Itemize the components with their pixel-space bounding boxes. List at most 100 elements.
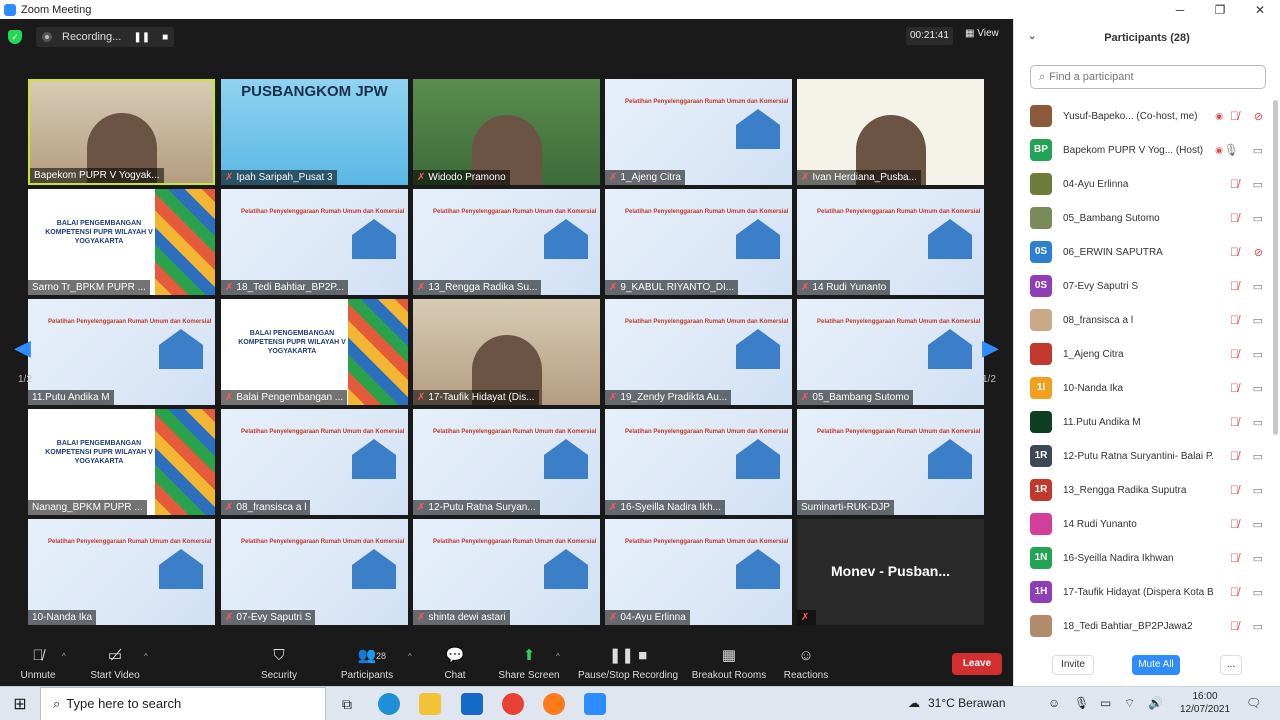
participant-row[interactable]: 04-Ayu Erlinna 🎙̸ ▭: [1014, 167, 1269, 201]
audio-options-caret-icon[interactable]: ^: [62, 652, 66, 661]
participant-row[interactable]: 11.Putu Andika M 🎙̸ ▭: [1014, 405, 1269, 439]
mic-off-icon[interactable]: 🎙̸: [1230, 211, 1239, 225]
video-icon[interactable]: ▭: [1253, 552, 1263, 565]
more-options-button[interactable]: ...: [1220, 655, 1242, 675]
volume-icon[interactable]: 🔊: [1148, 696, 1163, 710]
video-tile[interactable]: PUSBANGKOM JPW ✗ Ipah Saripah_Pusat 3: [221, 79, 408, 185]
mic-off-icon[interactable]: 🎙̸: [1230, 585, 1239, 599]
video-icon[interactable]: ▭: [1253, 586, 1263, 599]
chevron-down-icon[interactable]: ⌄: [1028, 31, 1036, 42]
share-options-caret-icon[interactable]: ^: [556, 652, 560, 661]
participant-search-input[interactable]: ⌕ Find a participant: [1030, 65, 1266, 89]
video-tile[interactable]: ✗ Ivan Herdiana_Pusba...: [797, 79, 984, 185]
video-tile[interactable]: Pelatihan Penyelenggaraan Rumah Umum dan…: [605, 519, 792, 625]
file-explorer-icon[interactable]: [419, 693, 441, 715]
video-tile[interactable]: Pelatihan Penyelenggaraan Rumah Umum dan…: [797, 189, 984, 295]
video-tile[interactable]: Monev - Pusban... ✗: [797, 519, 984, 625]
mic-off-icon[interactable]: 🎙̸: [1230, 483, 1239, 497]
participant-row[interactable]: 1N 16-Syeilla Nadira Ikhwan 🎙̸ ▭: [1014, 541, 1269, 575]
video-icon[interactable]: ▭: [1253, 314, 1263, 327]
video-icon[interactable]: ▭: [1253, 144, 1263, 157]
mail-icon[interactable]: [461, 693, 483, 715]
video-tile[interactable]: ✗ Widodo Pramono: [413, 79, 600, 185]
video-tile[interactable]: BALAI PENGEMBANGAN KOMPETENSI PUPR WILAY…: [28, 189, 215, 295]
battery-icon[interactable]: ▭: [1100, 696, 1111, 710]
windows-start-icon[interactable]: ⊞: [0, 687, 40, 720]
participant-row[interactable]: 0S 06_ERWIN SAPUTRA 🎙̸ ⊘: [1014, 235, 1269, 269]
microphone-tray-icon[interactable]: 🎙: [1074, 696, 1089, 710]
mic-off-icon[interactable]: 🎙̸: [1230, 347, 1239, 361]
video-tile[interactable]: Pelatihan Penyelenggaraan Rumah Umum dan…: [413, 409, 600, 515]
network-icon[interactable]: ⌔: [1124, 696, 1135, 711]
invite-button[interactable]: Invite: [1052, 655, 1094, 675]
participant-row[interactable]: BP Bapekom PUPR V Yog... (Host) ◉ 🎙 ▭: [1014, 133, 1269, 167]
mic-on-icon[interactable]: 🎙: [1224, 143, 1239, 157]
participant-row[interactable]: 18_Tedi Bahtiar_BP2PJawa2 🎙̸ ▭: [1014, 609, 1269, 643]
video-tile[interactable]: Pelatihan Penyelenggaraan Rumah Umum dan…: [28, 519, 215, 625]
notifications-icon[interactable]: 🗨: [1246, 696, 1261, 710]
participant-row[interactable]: 05_Bambang Sutomo 🎙̸ ▭: [1014, 201, 1269, 235]
video-icon[interactable]: ▭: [1253, 178, 1263, 191]
taskbar-clock[interactable]: 16:00 12/07/2021: [1180, 690, 1230, 716]
video-icon[interactable]: ▭: [1253, 212, 1263, 225]
security-button[interactable]: ⛉ Security: [234, 646, 324, 681]
participant-row[interactable]: 0S 07-Evy Saputri S 🎙̸ ▭: [1014, 269, 1269, 303]
video-tile[interactable]: Pelatihan Penyelenggaraan Rumah Umum dan…: [797, 299, 984, 405]
security-shield-icon[interactable]: ✓: [8, 30, 22, 44]
chrome-icon[interactable]: [502, 693, 524, 715]
mic-off-icon[interactable]: 🎙̸: [1230, 619, 1239, 633]
video-icon[interactable]: ▭: [1253, 518, 1263, 531]
video-tile[interactable]: Pelatihan Penyelenggaraan Rumah Umum dan…: [605, 299, 792, 405]
video-tile[interactable]: Bapekom PUPR V Yogyak...: [28, 79, 215, 185]
mic-off-icon[interactable]: 🎙̸: [1230, 415, 1239, 429]
participant-list-scrollbar[interactable]: [1273, 100, 1278, 435]
prev-page-arrow-icon[interactable]: ◀: [14, 335, 31, 361]
video-icon[interactable]: ▭: [1253, 348, 1263, 361]
video-icon[interactable]: ▭: [1253, 484, 1263, 497]
stop-recording-icon[interactable]: ■: [162, 32, 168, 43]
edge-browser-icon[interactable]: [378, 693, 400, 715]
video-tile[interactable]: Pelatihan Penyelenggaraan Rumah Umum dan…: [797, 409, 984, 515]
mic-off-icon[interactable]: 🎙̸: [1230, 449, 1239, 463]
mic-off-icon[interactable]: 🎙̸: [1230, 177, 1239, 191]
participant-row[interactable]: 1I 10-Nanda Ika 🎙̸ ▭: [1014, 371, 1269, 405]
next-page-arrow-icon[interactable]: ▶: [982, 335, 999, 361]
video-tile[interactable]: Pelatihan Penyelenggaraan Rumah Umum dan…: [221, 409, 408, 515]
leave-button[interactable]: Leave: [952, 653, 1002, 675]
reactions-button[interactable]: ☺ Reactions: [761, 646, 851, 681]
share-screen-button[interactable]: ⬆ Share Screen: [484, 646, 574, 681]
video-tile[interactable]: Pelatihan Penyelenggaraan Rumah Umum dan…: [605, 79, 792, 185]
zoom-taskbar-icon[interactable]: [584, 693, 606, 715]
participant-row[interactable]: 14 Rudi Yunanto 🎙̸ ▭: [1014, 507, 1269, 541]
pause-stop-recording-button[interactable]: ❚❚ ■ Pause/Stop Recording: [574, 646, 682, 681]
pause-recording-icon[interactable]: ❚❚: [133, 32, 150, 43]
participant-row[interactable]: 1_Ajeng Citra 🎙̸ ▭: [1014, 337, 1269, 371]
participant-row[interactable]: 08_fransisca a l 🎙̸ ▭: [1014, 303, 1269, 337]
mute-all-button[interactable]: Mute All: [1132, 655, 1180, 675]
video-icon[interactable]: ▭: [1253, 382, 1263, 395]
video-tile[interactable]: Pelatihan Penyelenggaraan Rumah Umum dan…: [605, 189, 792, 295]
video-tile[interactable]: Pelatihan Penyelenggaraan Rumah Umum dan…: [221, 189, 408, 295]
video-tile[interactable]: Pelatihan Penyelenggaraan Rumah Umum dan…: [28, 299, 215, 405]
video-icon[interactable]: ▭: [1253, 416, 1263, 429]
video-tile[interactable]: BALAI PENGEMBANGAN KOMPETENSI PUPR WILAY…: [28, 409, 215, 515]
video-tile[interactable]: Pelatihan Penyelenggaraan Rumah Umum dan…: [413, 519, 600, 625]
video-icon[interactable]: ▭: [1253, 450, 1263, 463]
video-off-icon[interactable]: ⊘: [1254, 246, 1263, 259]
video-off-icon[interactable]: ⊘: [1254, 110, 1263, 123]
video-tile[interactable]: Pelatihan Penyelenggaraan Rumah Umum dan…: [413, 189, 600, 295]
task-view-icon[interactable]: ⧉: [336, 693, 358, 715]
mic-off-icon[interactable]: 🎙̸: [1230, 245, 1239, 259]
video-icon[interactable]: ▭: [1253, 280, 1263, 293]
taskbar-search-input[interactable]: ⌕ Type here to search: [40, 687, 326, 720]
weather-text[interactable]: 31°C Berawan: [928, 696, 1006, 710]
minimize-button[interactable]: ─: [1160, 0, 1200, 19]
video-tile[interactable]: ✗ 17-Taufik Hidayat (Dis...: [413, 299, 600, 405]
mic-off-icon[interactable]: 🎙̸: [1230, 313, 1239, 327]
video-tile[interactable]: Pelatihan Penyelenggaraan Rumah Umum dan…: [221, 519, 408, 625]
mic-off-icon[interactable]: 🎙̸: [1230, 279, 1239, 293]
video-icon[interactable]: ▭: [1253, 620, 1263, 633]
video-tile[interactable]: BALAI PENGEMBANGAN KOMPETENSI PUPR WILAY…: [221, 299, 408, 405]
maximize-button[interactable]: ❐: [1200, 0, 1240, 19]
mic-off-icon[interactable]: 🎙̸: [1230, 109, 1239, 123]
